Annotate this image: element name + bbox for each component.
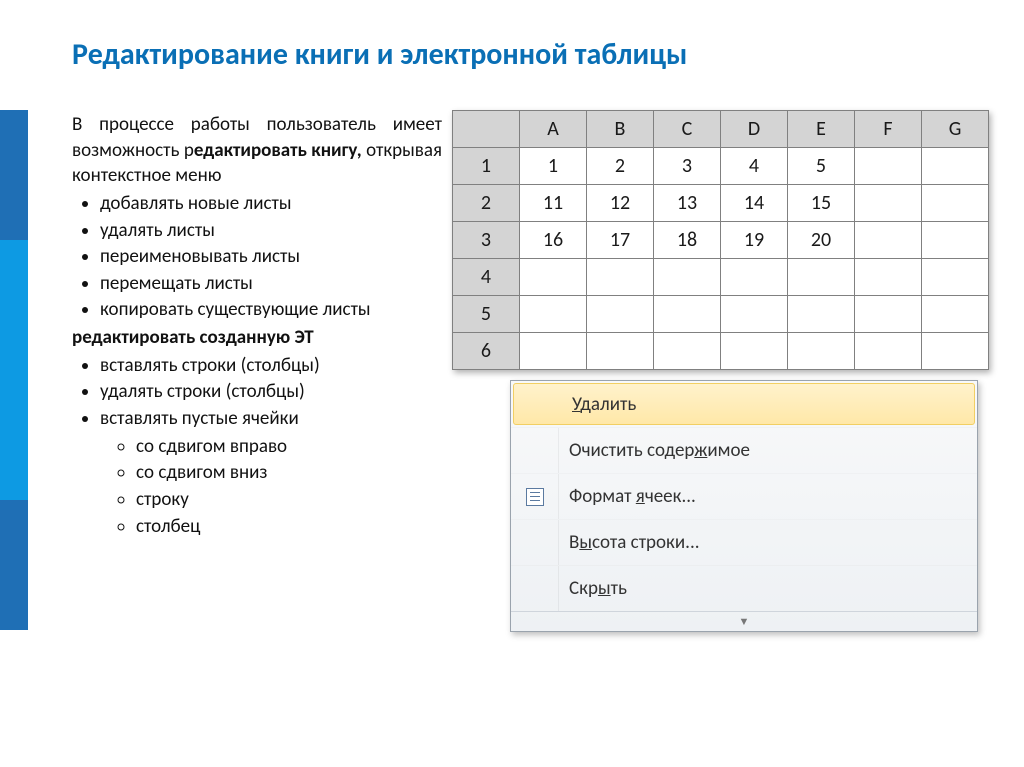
cell [654, 333, 721, 370]
context-menu-item-clear[interactable]: Очистить содержимое [511, 427, 977, 473]
cell [587, 296, 654, 333]
cell [922, 148, 989, 185]
list-item: перемещать листы [100, 271, 442, 297]
cell [788, 259, 855, 296]
slide-accent-stripe [0, 110, 28, 630]
grid-corner [453, 111, 520, 148]
cell: 3 [654, 148, 721, 185]
list-item: со сдвигом вниз [136, 460, 442, 486]
row-header: 4 [453, 259, 520, 296]
cell: 13 [654, 185, 721, 222]
context-menu-item-format-cells[interactable]: Формат ячеек... [511, 473, 977, 519]
cell: 1 [520, 148, 587, 185]
body-text: В процессе работы пользователь имеет воз… [72, 112, 442, 541]
cell [855, 333, 922, 370]
cell [855, 185, 922, 222]
list-item: со сдвигом вправо [136, 434, 442, 460]
cell: 2 [587, 148, 654, 185]
col-header: E [788, 111, 855, 148]
cell: 14 [721, 185, 788, 222]
cell [587, 333, 654, 370]
menu-item-icon [511, 566, 559, 611]
list-item: вставлять строки (столбцы) [100, 353, 442, 379]
format-cells-icon [511, 474, 559, 519]
context-menu-item-delete[interactable]: Удалить [513, 383, 975, 425]
cell: 16 [520, 222, 587, 259]
row-header: 5 [453, 296, 520, 333]
cell [721, 296, 788, 333]
cell [520, 333, 587, 370]
context-menu-item-hide[interactable]: Скрыть [511, 565, 977, 611]
cell [520, 296, 587, 333]
cell: 18 [654, 222, 721, 259]
menu-item-icon [514, 384, 562, 424]
cell [654, 296, 721, 333]
slide-title: Редактирование книги и электронной табли… [72, 36, 687, 73]
cell [721, 259, 788, 296]
list-item: столбец [136, 514, 442, 540]
context-menu: Удалить Очистить содержимое Формат ячеек… [510, 380, 978, 632]
col-header: D [721, 111, 788, 148]
list-item: переименовывать листы [100, 244, 442, 270]
col-header: C [654, 111, 721, 148]
context-menu-item-row-height[interactable]: Высота строки... [511, 519, 977, 565]
cell [587, 259, 654, 296]
col-header: F [855, 111, 922, 148]
cell [855, 148, 922, 185]
cell: 17 [587, 222, 654, 259]
menu-item-icon [511, 428, 559, 473]
subheading: редактировать созданную ЭТ [72, 325, 442, 351]
cell [654, 259, 721, 296]
context-menu-more-icon[interactable]: ▼ [511, 611, 977, 631]
list-item: копировать существующие листы [100, 297, 442, 323]
cell [855, 259, 922, 296]
row-header: 3 [453, 222, 520, 259]
col-header: A [520, 111, 587, 148]
col-header: B [587, 111, 654, 148]
row-header: 6 [453, 333, 520, 370]
intro-bold: едактировать книгу, [194, 139, 362, 162]
menu-item-icon [511, 520, 559, 565]
cell [922, 185, 989, 222]
cell [721, 333, 788, 370]
list-item: добавлять новые листы [100, 191, 442, 217]
cell [922, 259, 989, 296]
spreadsheet-grid: A B C D E F G 1 1 2 3 4 5 2 11 12 13 14 … [452, 110, 989, 370]
cell: 11 [520, 185, 587, 222]
cell: 20 [788, 222, 855, 259]
list-insert-options: со сдвигом вправо со сдвигом вниз строку… [136, 434, 442, 540]
cell [788, 296, 855, 333]
cell [922, 222, 989, 259]
row-header: 1 [453, 148, 520, 185]
cell [855, 296, 922, 333]
list-sheet-ops: вставлять строки (столбцы) удалять строк… [100, 353, 442, 539]
list-item: удалять строки (столбцы) [100, 379, 442, 405]
cell [855, 222, 922, 259]
cell: 15 [788, 185, 855, 222]
cell: 12 [587, 185, 654, 222]
cell [520, 259, 587, 296]
cell: 4 [721, 148, 788, 185]
col-header: G [922, 111, 989, 148]
cell [922, 333, 989, 370]
list-item: вставлять пустые ячейки [100, 406, 442, 432]
cell: 19 [721, 222, 788, 259]
cell [922, 296, 989, 333]
list-item: удалять листы [100, 218, 442, 244]
list-book-ops: добавлять новые листы удалять листы пере… [100, 191, 442, 323]
row-header: 2 [453, 185, 520, 222]
cell: 5 [788, 148, 855, 185]
cell [788, 333, 855, 370]
list-item: строку [136, 487, 442, 513]
